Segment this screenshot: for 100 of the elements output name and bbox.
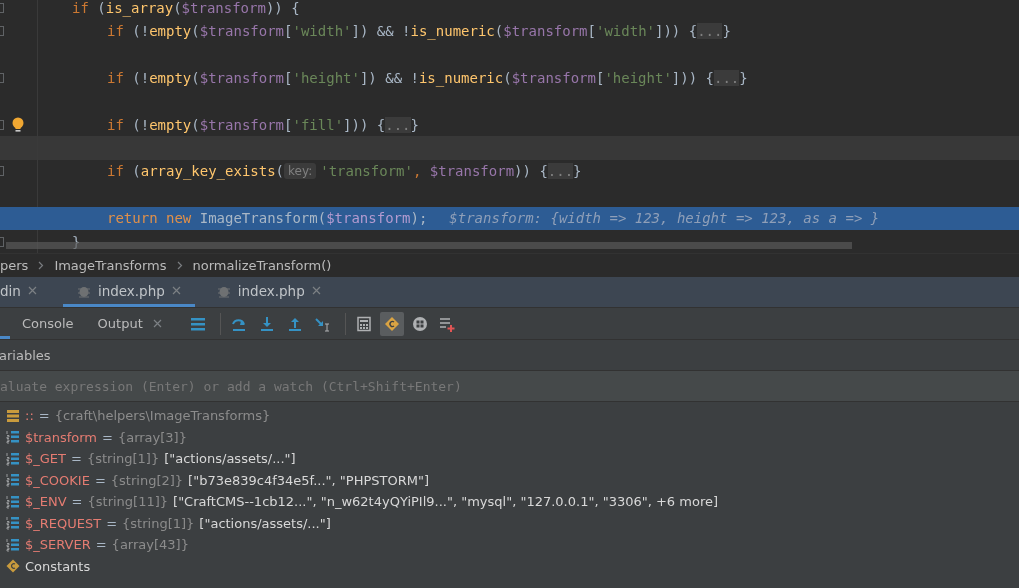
equals-sign: =	[94, 472, 106, 488]
variable-row[interactable]: :: = {craft\helpers\ImageTransforms}	[6, 405, 1019, 427]
code-text: }	[722, 23, 731, 40]
variable-value: ["actions/assets/..."]	[164, 451, 296, 467]
folded-code[interactable]: ...	[697, 23, 723, 40]
code-text: [	[284, 116, 293, 133]
variable-row[interactable]: $_GET = {string[1]} ["actions/assets/..."]	[6, 448, 1019, 470]
array-icon	[6, 430, 20, 445]
code-text: }	[573, 163, 582, 180]
code-text: (	[494, 23, 504, 40]
code-variable: $transform	[199, 116, 285, 133]
code-text: (	[275, 163, 285, 180]
fold-marker-icon[interactable]	[0, 166, 4, 177]
diamond-icon	[383, 315, 400, 332]
folded-code[interactable]: ...	[385, 116, 411, 133]
down-arrow-icon	[258, 315, 275, 332]
code-function: empty	[149, 23, 192, 40]
code-variable: $transform	[181, 0, 266, 16]
fold-marker-icon[interactable]	[0, 2, 4, 13]
code-text: ]) && !	[351, 23, 411, 40]
variable-type: {array[43]}	[111, 537, 189, 553]
session-tab[interactable]: din	[0, 277, 51, 307]
fold-marker-icon[interactable]	[0, 26, 4, 37]
code-text: (	[173, 0, 182, 16]
code-text: }	[72, 233, 81, 250]
equals-sign: =	[102, 429, 113, 445]
code-text: (	[97, 0, 106, 16]
code-text: (	[132, 163, 141, 180]
array-icon	[6, 451, 20, 466]
code-string: 'transform'	[320, 163, 413, 180]
variable-value: ["actions/assets/..."]	[199, 515, 331, 531]
breadcrumb[interactable]: pers	[0, 258, 29, 273]
folded-code[interactable]: ...	[714, 69, 740, 86]
code-text: );	[410, 210, 428, 227]
fold-marker-icon[interactable]	[0, 119, 4, 130]
code-function: is_numeric	[418, 69, 504, 86]
lightbulb-icon[interactable]	[12, 116, 24, 133]
code-text: (	[191, 116, 200, 133]
code-string: 'height'	[292, 69, 360, 86]
code-text: (!	[132, 23, 150, 40]
variable-value: ["CraftCMS--1cb12...", "n_w62t4yQYiPIl9...", "mysql", "127.0.0.1", "3306", +6 more]	[173, 494, 718, 510]
code-text: ImageTransform(	[199, 210, 327, 227]
array-icon	[6, 516, 20, 531]
variable-type: {array[3]}	[117, 429, 187, 445]
arrow-cursor-icon	[313, 315, 332, 332]
chevron-icon	[176, 261, 183, 270]
equals-sign: =	[38, 408, 50, 424]
folded-code[interactable]: ...	[547, 163, 574, 180]
variable-name: $_SERVER	[25, 537, 91, 553]
breadcrumb[interactable]: normalizeTransform()	[192, 258, 332, 273]
code-text: ])) {	[655, 23, 698, 40]
code-keyword: if	[107, 23, 125, 40]
code-string: 'width'	[292, 23, 352, 40]
code-text: ])) {	[671, 69, 714, 86]
parameter-hint: key:	[284, 163, 317, 180]
code-function: array_key_exists	[140, 163, 276, 180]
equals-sign: =	[71, 494, 83, 510]
code-text: (	[191, 69, 200, 86]
variable-name: $_ENV	[25, 494, 67, 510]
variable-row[interactable]: $_COOKIE = {string[2]} ["b73e839c4f34e5f...", "PHPSTORM"]	[6, 469, 1019, 491]
close-icon[interactable]	[27, 286, 37, 295]
variable-value: ["b73e839c4f34e5f...", "PHPSTORM"]	[188, 472, 429, 488]
constants-button[interactable]	[379, 311, 404, 336]
up-arrow-icon	[286, 315, 303, 332]
breadcrumb[interactable]: ImageTransforms	[54, 258, 167, 273]
code-text: [	[284, 23, 293, 40]
variable-row[interactable]: $_REQUEST = {string[1]} ["actions/assets/..."]	[6, 512, 1019, 534]
variable-type: {string[11]}	[87, 494, 169, 510]
code-text: )) {	[265, 0, 300, 16]
panel-tab[interactable]: Output	[97, 308, 162, 339]
variable-name: ::	[25, 408, 34, 424]
code-variable: $transform	[503, 23, 588, 40]
code-variable: $transform	[326, 210, 411, 227]
variable-name: $_COOKIE	[25, 472, 90, 488]
variable-name: $_GET	[25, 451, 66, 467]
fold-marker-icon[interactable]	[0, 72, 4, 83]
object-icon	[6, 408, 20, 423]
variable-row[interactable]: $_ENV = {string[11]} ["CraftCMS--1cb12...", "n_w62t4yQYiPIl9...", "mysql", "127.0.0.1", "3306", +6 more]	[6, 491, 1019, 513]
variable-row[interactable]: Constants	[6, 555, 1019, 577]
inline-value: $transform: {width => 123, height => 123, as a => }	[449, 210, 880, 227]
code-string: 'width'	[596, 23, 655, 40]
close-icon[interactable]	[311, 286, 321, 295]
panel-tab[interactable]: Console	[22, 308, 74, 339]
code-function: empty	[149, 116, 192, 133]
close-icon[interactable]	[152, 319, 162, 328]
code-keyword: if	[72, 0, 90, 16]
session-tab[interactable]: index.php	[212, 277, 335, 307]
code-text: (	[503, 69, 512, 86]
variable-type: {craft\helpers\ImageTransforms}	[54, 408, 271, 424]
variable-row[interactable]: $_SERVER = {array[43]}	[6, 534, 1019, 556]
code-keyword: if	[107, 116, 125, 133]
code-editor[interactable]	[0, 0, 1019, 253]
fold-marker-icon[interactable]	[0, 236, 4, 247]
constant-icon	[6, 559, 20, 574]
close-icon[interactable]	[171, 286, 181, 295]
code-keyword: if	[107, 163, 125, 180]
grid-icon	[411, 315, 428, 332]
variable-row[interactable]: $transform = {array[3]}	[6, 426, 1019, 448]
calculator-icon	[355, 315, 372, 332]
code-text: ])) {	[343, 116, 386, 133]
